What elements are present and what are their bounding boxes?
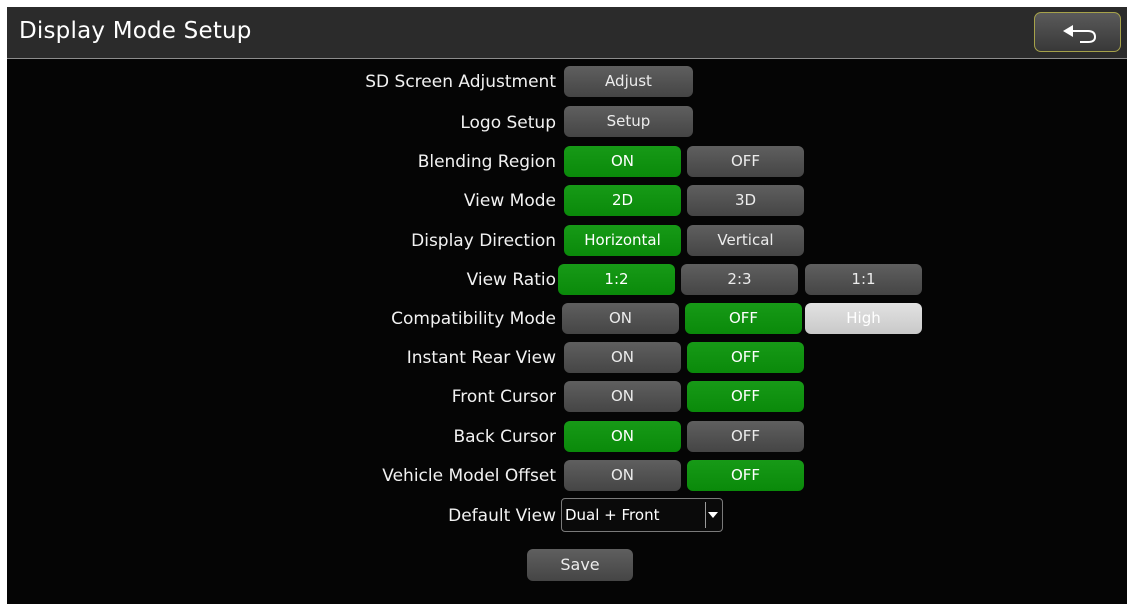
back-cursor-label: Back Cursor bbox=[453, 427, 556, 447]
vehicle-model-offset-off-button[interactable]: OFF bbox=[687, 460, 804, 491]
sd-screen-adjustment-label: SD Screen Adjustment bbox=[365, 72, 556, 92]
instant-rear-view-label: Instant Rear View bbox=[406, 348, 556, 368]
display-direction-vertical-button[interactable]: Vertical bbox=[687, 225, 804, 256]
default-view-select[interactable]: Dual + Front bbox=[561, 498, 723, 532]
display-mode-setup-screen: Display Mode Setup SD Screen Adjustment … bbox=[7, 7, 1127, 604]
blending-region-label: Blending Region bbox=[417, 152, 556, 172]
default-view-value: Dual + Front bbox=[565, 506, 660, 524]
dropdown-toggle[interactable] bbox=[705, 502, 720, 528]
front-cursor-label: Front Cursor bbox=[451, 387, 556, 407]
compatibility-mode-label: Compatibility Mode bbox=[391, 309, 556, 329]
view-mode-label: View Mode bbox=[463, 191, 556, 211]
caret-down-icon bbox=[708, 512, 718, 518]
view-mode-3d-button[interactable]: 3D bbox=[687, 185, 804, 216]
page-title: Display Mode Setup bbox=[19, 18, 252, 44]
instant-rear-view-on-button[interactable]: ON bbox=[564, 342, 681, 373]
blending-region-off-button[interactable]: OFF bbox=[687, 146, 804, 177]
compatibility-mode-high-button[interactable]: High bbox=[805, 303, 922, 334]
compatibility-mode-on-button[interactable]: ON bbox=[562, 303, 679, 334]
title-bar: Display Mode Setup bbox=[7, 7, 1127, 59]
logo-setup-button[interactable]: Setup bbox=[564, 106, 693, 137]
display-direction-label: Display Direction bbox=[411, 231, 556, 251]
instant-rear-view-off-button[interactable]: OFF bbox=[687, 342, 804, 373]
view-ratio-2-3-button[interactable]: 2:3 bbox=[681, 264, 798, 295]
vehicle-model-offset-on-button[interactable]: ON bbox=[564, 460, 681, 491]
display-direction-horizontal-button[interactable]: Horizontal bbox=[564, 225, 681, 256]
front-cursor-off-button[interactable]: OFF bbox=[687, 381, 804, 412]
vehicle-model-offset-label: Vehicle Model Offset bbox=[382, 466, 556, 486]
back-cursor-on-button[interactable]: ON bbox=[564, 421, 681, 452]
view-mode-2d-button[interactable]: 2D bbox=[564, 185, 681, 216]
back-cursor-off-button[interactable]: OFF bbox=[687, 421, 804, 452]
blending-region-on-button[interactable]: ON bbox=[564, 146, 681, 177]
logo-setup-label: Logo Setup bbox=[460, 113, 556, 133]
sd-screen-adjust-button[interactable]: Adjust bbox=[564, 66, 693, 97]
view-ratio-1-1-button[interactable]: 1:1 bbox=[805, 264, 922, 295]
back-button[interactable] bbox=[1034, 12, 1121, 52]
view-ratio-label: View Ratio bbox=[466, 270, 556, 290]
compatibility-mode-off-button[interactable]: OFF bbox=[685, 303, 802, 334]
view-ratio-1-2-button[interactable]: 1:2 bbox=[558, 264, 675, 295]
back-arrow-icon bbox=[1063, 25, 1097, 43]
default-view-label: Default View bbox=[448, 506, 556, 526]
save-button[interactable]: Save bbox=[527, 549, 633, 581]
front-cursor-on-button[interactable]: ON bbox=[564, 381, 681, 412]
